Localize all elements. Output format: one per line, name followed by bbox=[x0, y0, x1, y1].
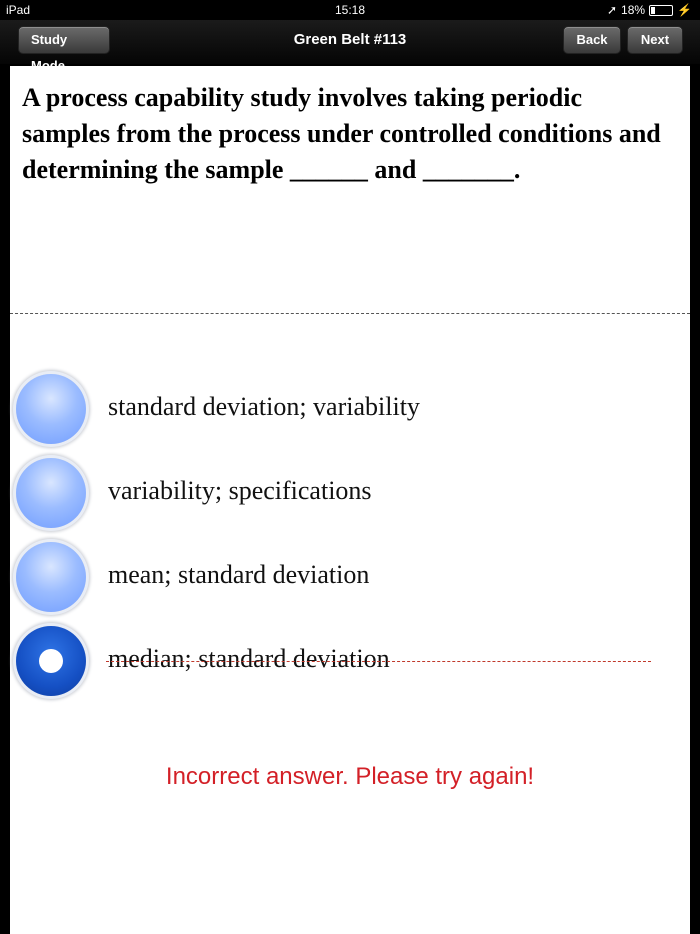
answer-option-2[interactable]: variability; specifications bbox=[16, 458, 676, 532]
divider bbox=[10, 313, 690, 314]
answer-label: variability; specifications bbox=[108, 476, 372, 505]
question-card: A process capability study involves taki… bbox=[10, 66, 690, 934]
status-bar: iPad 15:18 ➚ 18% ⚡ bbox=[0, 0, 700, 20]
status-right: ➚ 18% ⚡ bbox=[607, 3, 692, 17]
answer-option-4[interactable]: median; standard deviation bbox=[16, 626, 676, 700]
battery-icon bbox=[649, 4, 674, 16]
radio-button-selected[interactable] bbox=[16, 626, 86, 696]
battery-percent: 18% bbox=[621, 3, 646, 17]
radio-button[interactable] bbox=[16, 374, 86, 444]
back-label: Back bbox=[576, 32, 608, 47]
answer-label: median; standard deviation bbox=[108, 644, 390, 673]
next-label: Next bbox=[640, 32, 670, 47]
next-button[interactable]: Next bbox=[627, 26, 683, 54]
question-text: A process capability study involves taki… bbox=[22, 83, 661, 184]
answer-label: standard deviation; variability bbox=[108, 392, 420, 421]
radio-button[interactable] bbox=[16, 542, 86, 612]
status-time: 15:18 bbox=[334, 3, 366, 17]
answer-option-1[interactable]: standard deviation; variability bbox=[16, 374, 676, 448]
radio-button[interactable] bbox=[16, 458, 86, 528]
strikethrough-line bbox=[106, 661, 651, 662]
back-button[interactable]: Back bbox=[563, 26, 621, 54]
answer-option-3[interactable]: mean; standard deviation bbox=[16, 542, 676, 616]
navigation-bar: Study Mode Green Belt #113 Back Next bbox=[0, 20, 700, 73]
answer-label: mean; standard deviation bbox=[108, 560, 370, 589]
radio-dot-icon bbox=[39, 649, 63, 673]
location-icon: ➚ bbox=[606, 3, 618, 17]
charging-icon: ⚡ bbox=[677, 3, 692, 17]
feedback-message: Incorrect answer. Please try again! bbox=[165, 763, 535, 790]
